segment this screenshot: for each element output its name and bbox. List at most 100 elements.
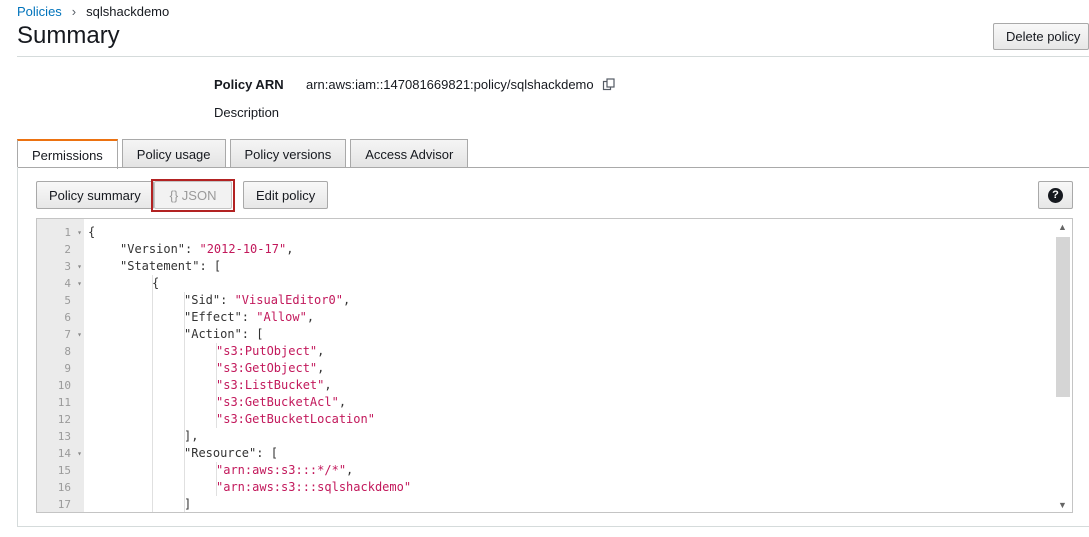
fold-arrow-icon[interactable]: ▾ [77, 275, 82, 292]
code-text: { [84, 275, 159, 292]
code-line: 5 "Sid": "VisualEditor0", [37, 292, 1047, 309]
punct-token: ], [184, 429, 199, 443]
line-number: 13 [57, 430, 71, 443]
key-token: "Action" [184, 327, 242, 341]
policy-arn-value-wrap: arn:aws:iam::147081669821:policy/sqlshac… [306, 77, 616, 92]
code-text: "Version": "2012-10-17", [84, 241, 293, 258]
indent-guide [152, 309, 153, 326]
punct-token: , [338, 395, 347, 409]
help-icon: ? [1048, 187, 1063, 203]
fold-arrow-icon[interactable]: ▾ [77, 224, 82, 241]
indent-guide [152, 275, 153, 292]
code-text: "s3:GetBucketAcl", [84, 394, 346, 411]
code-line: 8 "s3:PutObject", [37, 343, 1047, 360]
description-label: Description [214, 105, 280, 120]
code-text: "s3:GetBucketLocation" [84, 411, 375, 428]
page-title: Summary [17, 22, 120, 49]
code-text: "s3:PutObject", [84, 343, 324, 360]
json-editor[interactable]: 1 ▾ {2 "Version": "2012-10-17", 3 ▾ "Statement… [36, 218, 1073, 513]
string-token: "s3:GetBucketLocation" [216, 412, 375, 426]
indent-guide [152, 462, 153, 479]
tab-permissions[interactable]: Permissions [17, 139, 118, 169]
code-text: ], [84, 428, 198, 445]
punct-token: , [346, 463, 354, 477]
indent-guide [184, 411, 185, 428]
punct-token: ] [184, 497, 192, 511]
code-line: 15 "arn:aws:s3:::*/*", [37, 462, 1047, 479]
line-number: 7 ▾ [64, 326, 82, 343]
fold-arrow-icon[interactable]: ▾ [77, 445, 82, 462]
tabs-divider [17, 167, 1089, 168]
breadcrumb: Policies › sqlshackdemo [17, 4, 169, 19]
code-line: 2 "Version": "2012-10-17", [37, 241, 1047, 258]
indent-guide [152, 479, 153, 496]
punct-token: : [ [241, 327, 264, 341]
punct-token: : [185, 242, 200, 256]
code-text: "s3:ListBucket", [84, 377, 332, 394]
delete-policy-button[interactable]: Delete policy [993, 23, 1089, 50]
code-text: "Effect": "Allow", [84, 309, 314, 326]
panel-border [17, 167, 18, 527]
fold-arrow-icon[interactable]: ▾ [77, 326, 82, 343]
tab-policy-versions[interactable]: Policy versions [229, 139, 347, 168]
key-token: "Statement" [120, 259, 200, 273]
key-token: "Version" [120, 242, 186, 256]
code-line: 9 "s3:GetObject", [37, 360, 1047, 377]
code-line: 4 ▾ { [37, 275, 1047, 292]
tab-policy-usage[interactable]: Policy usage [121, 139, 226, 168]
breadcrumb-policies-link[interactable]: Policies [17, 4, 62, 19]
code-text: { [84, 224, 95, 241]
scroll-up-icon[interactable]: ▲ [1058, 222, 1067, 232]
line-number: 10 [57, 379, 71, 392]
code-line: 6 "Effect": "Allow", [37, 309, 1047, 326]
scrollbar-thumb[interactable] [1056, 237, 1070, 397]
editor-scrollbar[interactable]: ▲ ▼ [1046, 219, 1072, 512]
punct-token: : [ [199, 259, 222, 273]
line-number: 8 [64, 345, 71, 358]
code-text: "Sid": "VisualEditor0", [84, 292, 350, 309]
line-number: 1 ▾ [64, 224, 82, 241]
json-highlight-box [151, 179, 235, 212]
punct-token: { [152, 276, 160, 290]
description-row: Description [214, 105, 306, 120]
edit-policy-button[interactable]: Edit policy [243, 181, 329, 209]
indent-guide [152, 496, 153, 512]
punct-token: : [241, 310, 257, 324]
code-text: ] [84, 496, 192, 512]
line-number: 9 [64, 362, 71, 375]
copy-icon[interactable] [602, 77, 616, 92]
punct-token: , [306, 310, 315, 324]
code-text: "Action": [ [84, 326, 263, 343]
string-token: "arn:aws:s3:::sqlshackdemo" [216, 480, 412, 494]
line-number: 2 [64, 243, 71, 256]
indent-guide [184, 360, 185, 377]
punct-token: , [317, 344, 325, 358]
tab-access-advisor[interactable]: Access Advisor [350, 139, 469, 168]
help-button[interactable]: ? [1038, 181, 1073, 209]
line-number: 12 [57, 413, 71, 426]
string-token: "VisualEditor0" [234, 293, 343, 307]
indent-guide [184, 292, 185, 309]
string-token: "arn:aws:s3:::*/*" [216, 463, 347, 477]
bottom-divider [17, 526, 1089, 527]
indent-guide [216, 343, 217, 360]
policy-summary-button[interactable]: Policy summary [36, 181, 154, 209]
line-number: 3 ▾ [64, 258, 82, 275]
scroll-down-icon[interactable]: ▼ [1058, 500, 1067, 510]
punct-token: { [88, 225, 96, 239]
code-line: 14 ▾ "Resource": [ [37, 445, 1047, 462]
code-text: "arn:aws:s3:::*/*", [84, 462, 353, 479]
indent-guide [152, 326, 153, 343]
line-number: 16 [57, 481, 71, 494]
code-line: 16 "arn:aws:s3:::sqlshackdemo" [37, 479, 1047, 496]
key-token: "Effect" [184, 310, 242, 324]
line-number: 15 [57, 464, 71, 477]
indent-guide [216, 462, 217, 479]
indent-guide [152, 377, 153, 394]
code-line: 1 ▾ { [37, 224, 1047, 241]
code-line: 10 "s3:ListBucket", [37, 377, 1047, 394]
code-line: 11 "s3:GetBucketAcl", [37, 394, 1047, 411]
fold-arrow-icon[interactable]: ▾ [77, 258, 82, 275]
indent-guide [216, 411, 217, 428]
chevron-right-icon: › [71, 4, 77, 19]
